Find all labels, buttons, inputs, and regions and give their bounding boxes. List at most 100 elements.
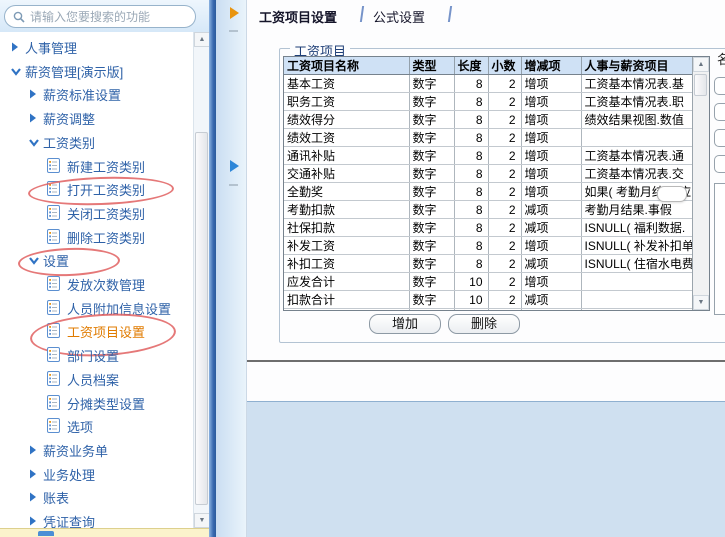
sidebar-divider	[209, 0, 216, 537]
table-cell: 增项	[521, 128, 582, 147]
table-cell: 数字	[409, 74, 455, 93]
tree-item[interactable]: 人员附加信息设置	[0, 296, 193, 319]
tree-item[interactable]: 部门设置	[0, 343, 193, 366]
right-cut-button[interactable]	[714, 129, 725, 147]
column-header[interactable]: 工资项目名称	[284, 57, 410, 75]
tree-item-label: 薪资调整	[43, 112, 96, 128]
expand-arrow-icon[interactable]	[230, 160, 239, 172]
scroll-up-icon[interactable]: ▲	[194, 32, 210, 47]
table-cell: 增项	[521, 164, 582, 183]
column-header[interactable]: 小数	[488, 57, 522, 75]
table-cell: 8	[454, 110, 489, 129]
column-header[interactable]: 类型	[409, 57, 455, 75]
scrollbar-thumb[interactable]	[195, 132, 208, 505]
table-cell: 绩效结果视图.数值	[581, 110, 693, 129]
search-box[interactable]	[4, 5, 196, 28]
tree-item[interactable]: 薪资标准设置	[0, 82, 193, 105]
tree-item[interactable]: 账表	[0, 485, 193, 508]
column-header[interactable]: 人事与薪资项目	[581, 57, 693, 75]
tree-item[interactable]: 人事管理	[0, 35, 193, 58]
table-cell: 8	[454, 164, 489, 183]
tree-item[interactable]: 新建工资类别	[0, 154, 193, 177]
tree-item-label: 人员档案	[67, 372, 120, 388]
table-scrollbar[interactable]: ▲ ▼	[692, 57, 709, 310]
table-row[interactable]: 绩效工资 数字 8 2 增项	[284, 128, 693, 147]
tree-item[interactable]: 工资项目设置	[0, 319, 193, 342]
tree-item[interactable]: 设置	[0, 248, 193, 271]
right-panel-label: 名	[717, 52, 725, 67]
tree-item[interactable]: 打开工资类别	[0, 177, 193, 200]
table-row[interactable]: 社保扣款 数字 8 2 减项 ISNULL( 福利数据.	[284, 218, 693, 237]
table-row[interactable]: 应发合计 数字 10 2 增项	[284, 272, 693, 291]
table-cell	[581, 308, 693, 310]
table-cell: 2	[488, 74, 522, 93]
tree-item[interactable]: 薪资管理[演示版]	[0, 59, 193, 82]
document-icon	[47, 323, 60, 339]
main-panel: 工资项目设置 公式设置 工资项目 工资项目名称 类型 长度 小数 增减项 人事与薪资项目 …	[246, 0, 725, 537]
table-row[interactable]: 职务工资 数字 8 2 增项 工资基本情况表.职	[284, 92, 693, 111]
table-row[interactable]: 补发工资 数字 8 2 增项 ISNULL( 补发补扣单	[284, 236, 693, 255]
table-cell: 基本工资	[284, 74, 410, 93]
tab-salary-item-settings[interactable]: 工资项目设置	[259, 7, 337, 26]
scrollbar-thumb[interactable]	[694, 74, 707, 96]
function-tree: 人事管理薪资管理[演示版] 薪资标准设置薪资调整工资类别新建工资类别打开工资类别关…	[0, 32, 193, 528]
scroll-up-icon[interactable]: ▲	[693, 57, 709, 72]
tree-item[interactable]: 分摊类型设置	[0, 391, 193, 414]
table-header-row: 工资项目名称 类型 长度 小数 增减项 人事与薪资项目	[284, 57, 693, 75]
tree-item[interactable]: 人员档案	[0, 367, 193, 390]
table-row[interactable]: 扣款合计 数字 10 2 减项	[284, 290, 693, 309]
tree-item[interactable]: 发放次数管理	[0, 272, 193, 295]
table-row[interactable]: 考勤扣款 数字 8 2 减项 考勤月结果.事假	[284, 200, 693, 219]
chevron-right-icon	[30, 89, 36, 99]
table-cell: 减项	[521, 200, 582, 219]
column-header[interactable]: 长度	[454, 57, 489, 75]
tree-item[interactable]: 关闭工资类别	[0, 201, 193, 224]
chevron-right-icon	[30, 445, 36, 455]
tree-item-label: 薪资管理[演示版]	[25, 64, 124, 80]
delete-button[interactable]: 删除	[448, 314, 520, 334]
add-button[interactable]: 增加	[369, 314, 441, 334]
collapse-arrow-icon[interactable]	[230, 7, 239, 19]
tree-item-label: 新建工资类别	[67, 159, 146, 175]
tree-item[interactable]: 选项	[0, 414, 193, 437]
tree-item[interactable]: 业务处理	[0, 462, 193, 485]
tree-item-label: 分摊类型设置	[67, 396, 146, 412]
table-cell: 数字	[409, 254, 455, 273]
right-cut-box	[714, 183, 725, 315]
table-cell: 2	[488, 164, 522, 183]
scroll-down-icon[interactable]: ▼	[693, 295, 709, 310]
right-cut-button[interactable]	[714, 103, 725, 121]
table-cell: 增项	[521, 236, 582, 255]
table-row[interactable]: 代扣税数字102减项	[284, 308, 693, 310]
tree-item[interactable]: 工资类别	[0, 130, 193, 153]
table-cell: 数字	[409, 182, 455, 201]
tree-item-label: 删除工资类别	[67, 230, 146, 246]
document-icon	[47, 299, 60, 315]
tree-item[interactable]: 删除工资类别	[0, 225, 193, 248]
table-cell: 绩效得分	[284, 110, 410, 129]
sidebar-scrollbar[interactable]: ▲ ▼	[193, 32, 210, 528]
tree-item[interactable]: 凭证查询	[0, 509, 193, 528]
right-cut-button[interactable]	[714, 155, 725, 173]
overlay-artifact	[657, 186, 687, 202]
table-cell: 2	[488, 254, 522, 273]
sidebar-bottom-strip	[0, 528, 209, 537]
table-row[interactable]: 补扣工资 数字 8 2 减项 ISNULL( 住宿水电费	[284, 254, 693, 273]
search-icon	[13, 11, 25, 23]
column-header[interactable]: 增减项	[521, 57, 582, 75]
table-row[interactable]: 全勤奖 数字 8 2 增项 如果( 考勤月结果.应	[284, 182, 693, 201]
search-input[interactable]	[30, 9, 187, 24]
workspace-background	[247, 401, 725, 537]
scroll-down-icon[interactable]: ▼	[194, 513, 210, 528]
table-row[interactable]: 基本工资 数字 8 2 增项 工资基本情况表.基	[284, 74, 693, 93]
tree-item[interactable]: 薪资业务单	[0, 438, 193, 461]
document-icon	[47, 228, 60, 244]
tree-item[interactable]: 薪资调整	[0, 106, 193, 129]
table-row[interactable]: 通讯补贴 数字 8 2 增项 工资基本情况表.通	[284, 146, 693, 165]
table-cell: 数字	[409, 272, 455, 291]
right-cut-button[interactable]	[714, 77, 725, 95]
table-cell: 8	[454, 92, 489, 111]
table-row[interactable]: 交通补贴 数字 8 2 增项 工资基本情况表.交	[284, 164, 693, 183]
table-row[interactable]: 绩效得分 数字 8 2 增项 绩效结果视图.数值	[284, 110, 693, 129]
tab-formula-settings[interactable]: 公式设置	[373, 7, 425, 26]
